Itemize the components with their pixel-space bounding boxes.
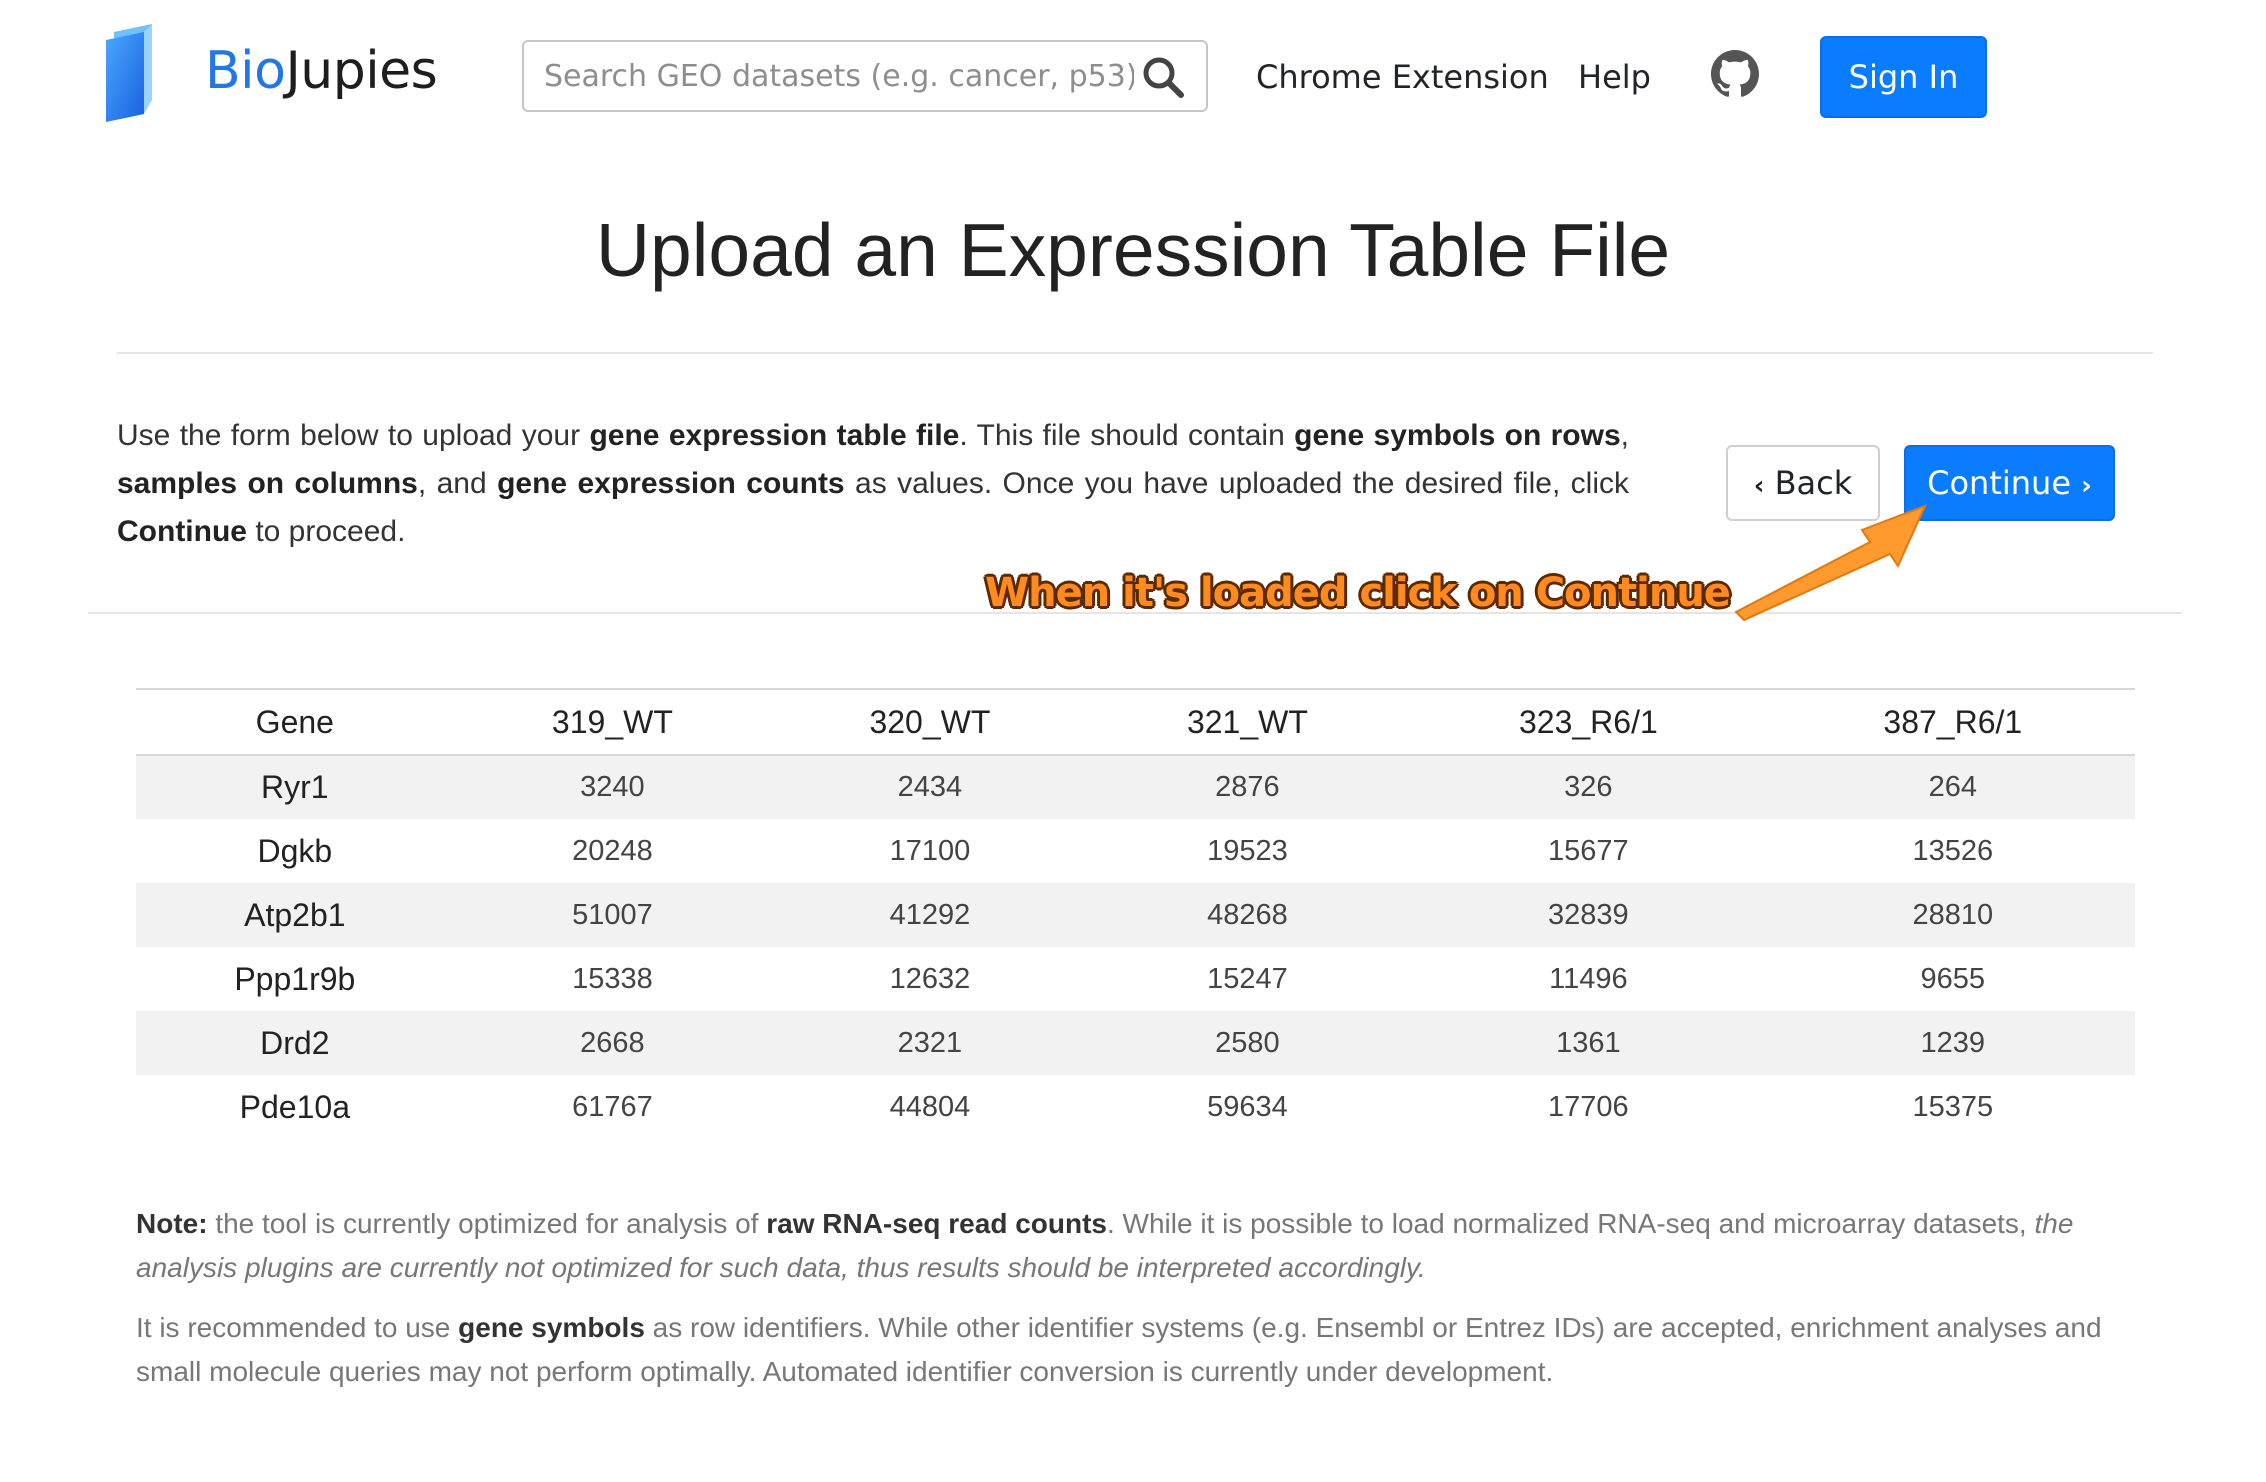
column-header: 387_R6/1 <box>1770 688 2135 756</box>
value-cell: 264 <box>1928 771 1977 803</box>
instructions-part: to proceed. <box>246 515 406 548</box>
value-cell: 9655 <box>1920 962 1986 995</box>
value-cell: 15677 <box>1548 834 1629 867</box>
value-cell: 41292 <box>889 898 971 931</box>
chevron-right-icon: › <box>2081 471 2092 501</box>
instructions-part: as values. Once you have uploaded the de… <box>844 467 1630 500</box>
column-header: 320_WT <box>771 688 1089 756</box>
nav-help[interactable]: Help <box>1578 55 1651 99</box>
search-input[interactable] <box>544 42 1134 110</box>
gene-cell: Ppp1r9b <box>234 960 356 997</box>
value-cell: 2668 <box>580 1026 645 1059</box>
value-cell: 48268 <box>1207 898 1288 931</box>
instructions-text: Use the form below to upload your gene e… <box>117 412 1629 556</box>
gene-cell: Pde10a <box>239 1088 350 1125</box>
expression-table: Gene 319_WT 320_WT 321_WT 323_R6/1 387_R… <box>136 688 2135 1139</box>
value-cell: 15247 <box>1207 962 1288 995</box>
value-cell: 12632 <box>889 962 971 995</box>
value-cell: 17100 <box>889 834 971 867</box>
note-bold: raw RNA-seq read counts <box>766 1208 1107 1239</box>
value-cell: 13526 <box>1912 834 1994 867</box>
value-cell: 15338 <box>572 962 653 995</box>
sign-in-button[interactable]: Sign In <box>1820 36 1987 118</box>
column-header: 323_R6/1 <box>1406 688 1771 756</box>
table-row: Ryr1 3240 2434 2876 326 264 <box>136 755 2135 819</box>
page-title: Upload an Expression Table File <box>595 208 1671 292</box>
value-cell: 51007 <box>572 898 653 931</box>
gene-cell: Dgkb <box>257 832 333 869</box>
table-row: Pde10a 61767 44804 59634 17706 15375 <box>136 1075 2135 1139</box>
table-row: Dgkb 20248 17100 19523 15677 13526 <box>136 819 2135 883</box>
instructions-bold: Continue <box>117 515 247 548</box>
gene-cell: Atp2b1 <box>244 896 346 933</box>
github-icon[interactable] <box>1711 50 1759 98</box>
note-label: Note: <box>136 1208 208 1239</box>
instructions-bold: gene expression counts <box>497 467 845 500</box>
value-cell: 2321 <box>897 1026 963 1059</box>
value-cell: 61767 <box>572 1090 653 1123</box>
brand-prefix: Bio <box>205 41 286 101</box>
table-row: Atp2b1 51007 41292 48268 32839 28810 <box>136 883 2135 947</box>
annotation-arrow-icon <box>1734 504 1927 622</box>
value-cell: 2876 <box>1215 771 1280 803</box>
value-cell: 11496 <box>1549 962 1628 995</box>
instructions-bold: gene expression table file <box>589 419 960 452</box>
value-cell: 326 <box>1564 771 1613 803</box>
value-cell: 1361 <box>1556 1026 1621 1059</box>
instructions-bold: gene symbols on rows <box>1294 419 1621 452</box>
brand-suffix: Jupies <box>285 41 438 101</box>
note-text: It is recommended to use <box>136 1312 459 1343</box>
instructions-part: Use the form below to upload your <box>117 419 590 452</box>
divider <box>117 352 2153 354</box>
value-cell: 17706 <box>1548 1090 1629 1123</box>
value-cell: 32839 <box>1548 898 1629 931</box>
gene-cell: Ryr1 <box>261 769 329 805</box>
search-icon[interactable] <box>1140 54 1186 100</box>
book-logo-icon[interactable] <box>100 22 172 122</box>
value-cell: 59634 <box>1207 1090 1288 1123</box>
column-header: 319_WT <box>453 688 772 756</box>
gene-cell: Drd2 <box>260 1024 330 1061</box>
annotation-callout: When it's loaded click on Continue <box>985 570 1731 616</box>
table-row: Ppp1r9b 15338 12632 15247 11496 9655 <box>136 947 2135 1011</box>
note-text: the tool is currently optimized for anal… <box>207 1208 767 1239</box>
search-box <box>522 40 1208 112</box>
value-cell: 44804 <box>889 1090 971 1123</box>
value-cell: 15375 <box>1912 1090 1994 1123</box>
value-cell: 20248 <box>572 834 653 867</box>
instructions-part: , <box>1620 419 1629 452</box>
table-header-row: Gene 319_WT 320_WT 321_WT 323_R6/1 387_R… <box>136 688 2135 756</box>
recommendation-paragraph: It is recommended to use gene symbols as… <box>136 1306 2135 1394</box>
brand-name[interactable]: BioJupies <box>205 40 438 102</box>
instructions-bold: samples on columns <box>117 467 418 500</box>
nav-chrome-extension[interactable]: Chrome Extension <box>1256 55 1549 99</box>
value-cell: 28810 <box>1912 898 1994 931</box>
value-cell: 2580 <box>1215 1026 1280 1059</box>
instructions-part: , and <box>417 467 498 500</box>
column-header: 321_WT <box>1088 688 1407 756</box>
value-cell: 3240 <box>580 771 645 803</box>
value-cell: 1239 <box>1920 1026 1986 1059</box>
note-paragraph: Note: the tool is currently optimized fo… <box>136 1202 2135 1290</box>
column-header: Gene <box>136 688 454 756</box>
note-text: . While it is possible to load normalize… <box>1106 1208 2035 1239</box>
notes-section: Note: the tool is currently optimized fo… <box>136 1202 2135 1410</box>
instructions-part: . This file should contain <box>959 419 1295 452</box>
value-cell: 19523 <box>1207 834 1288 867</box>
value-cell: 2434 <box>897 771 963 803</box>
note-bold: gene symbols <box>458 1312 645 1343</box>
table-row: Drd2 2668 2321 2580 1361 1239 <box>136 1011 2135 1075</box>
